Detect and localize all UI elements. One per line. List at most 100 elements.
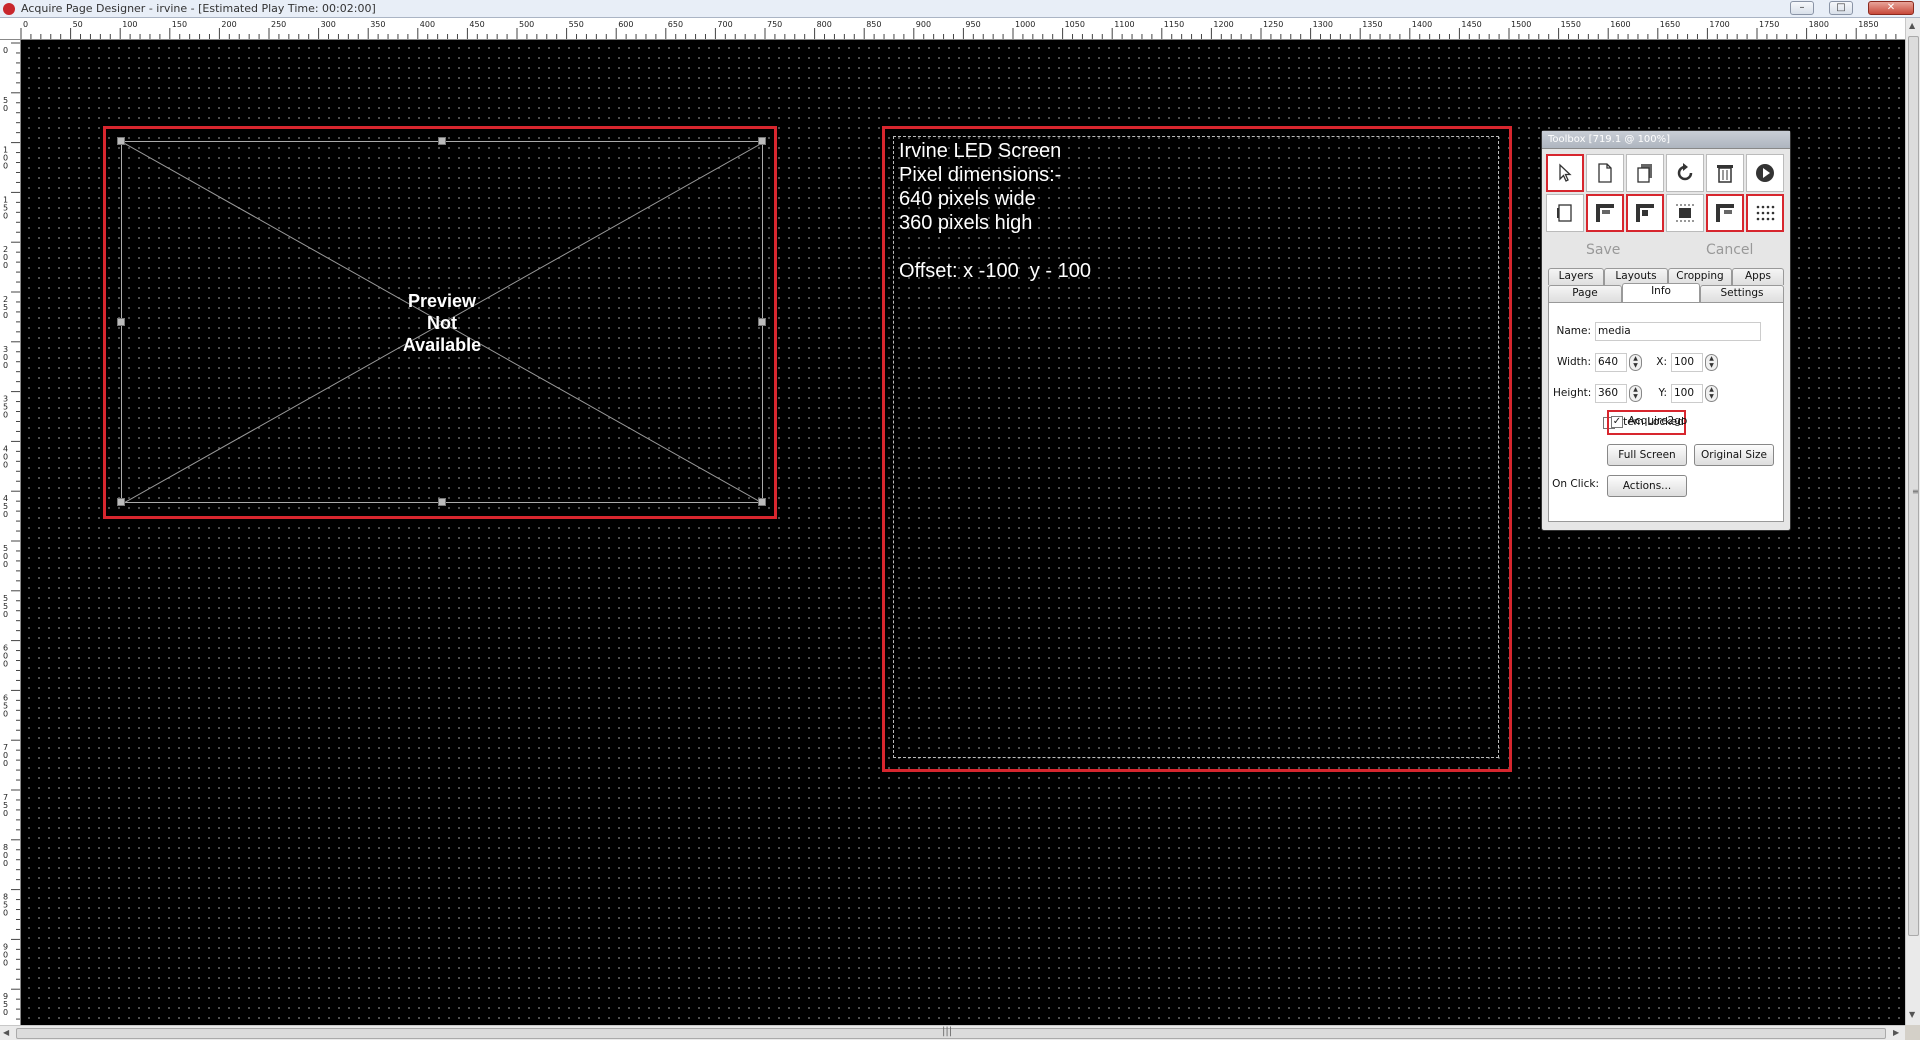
- scroll-down-icon[interactable]: ▼: [1909, 1010, 1915, 1019]
- resize-handle-top-right[interactable]: [758, 137, 766, 145]
- ruler-label: 1600: [1610, 20, 1630, 29]
- ruler-label: 1200: [1213, 20, 1233, 29]
- horizontal-ruler-ticks: 0 50 100 150 200 250 300 350 400 450 500 550 600 650 7…: [20, 20, 1897, 39]
- ruler-label: 1050: [1065, 20, 1085, 29]
- y-field[interactable]: 100: [1671, 384, 1703, 403]
- height-spinner[interactable]: ▲ ▼: [1629, 385, 1642, 402]
- ruler-label: 750: [767, 20, 782, 29]
- toolbox-title[interactable]: Toolbox [719.1 @ 100%]: [1542, 131, 1790, 149]
- toolbox-panel[interactable]: Toolbox [719.1 @ 100%] Save Cancel Layer…: [1541, 130, 1791, 531]
- align-middle-icon[interactable]: [1666, 194, 1704, 232]
- tab-settings[interactable]: Settings: [1700, 285, 1784, 302]
- new-page-icon[interactable]: [1586, 154, 1624, 192]
- ruler-label: 0: [3, 411, 8, 420]
- info-panel: Name: media Width: 640 ▲ ▼ X: 100 ▲ ▼ Heig…: [1548, 302, 1784, 522]
- y-label: Y:: [1658, 387, 1667, 399]
- tab-info[interactable]: Info: [1622, 283, 1700, 302]
- vertical-ruler-ticks: 0501001502002503003504004505005506006507…: [3, 42, 20, 1020]
- ruler-label: 1150: [1164, 20, 1184, 29]
- media-item[interactable]: Preview Not Available: [117, 137, 766, 506]
- tab-apps[interactable]: Apps: [1732, 268, 1784, 285]
- horizontal-scroll-thumb[interactable]: |||: [16, 1026, 1886, 1039]
- on-click-label: On Click:: [1552, 478, 1599, 490]
- window-title: Acquire Page Designer - irvine - [Estima…: [21, 2, 376, 15]
- name-label: Name:: [1556, 325, 1591, 337]
- ruler-label: 1000: [1015, 20, 1035, 29]
- horizontal-ruler: 0 50 100 150 200 250 300 350 400 450 500 550 600 650 7…: [0, 18, 1905, 40]
- ruler-label: 1300: [1313, 20, 1333, 29]
- x-spinner[interactable]: ▲ ▼: [1705, 354, 1718, 371]
- resize-handle-bottom-right[interactable]: [758, 498, 766, 506]
- ruler-label: 0: [3, 162, 8, 171]
- ruler-label: 1400: [1412, 20, 1432, 29]
- tab-page[interactable]: Page: [1548, 285, 1622, 302]
- ruler-label: 0: [3, 460, 8, 469]
- acquire2go-checkbox[interactable]: ✓: [1611, 416, 1623, 428]
- align-top-left-icon[interactable]: [1586, 194, 1624, 232]
- scroll-left-icon[interactable]: ◀: [3, 1028, 9, 1037]
- acquire2go-label: Acquire2go: [1628, 415, 1688, 427]
- horizontal-grip-icon: |||: [942, 1026, 953, 1037]
- ruler-label: 250: [271, 20, 286, 29]
- width-spinner[interactable]: ▲ ▼: [1629, 354, 1642, 371]
- play-icon[interactable]: [1746, 154, 1784, 192]
- ruler-label: 0: [3, 809, 8, 818]
- ruler-label: 1750: [1759, 20, 1779, 29]
- x-field[interactable]: 100: [1671, 353, 1703, 372]
- grid-icon[interactable]: [1746, 194, 1784, 232]
- ruler-label: 0: [3, 610, 8, 619]
- resize-handle-bottom[interactable]: [438, 498, 446, 506]
- copy-icon[interactable]: [1626, 154, 1664, 192]
- x-label: X:: [1656, 356, 1667, 368]
- ruler-label: 0: [3, 361, 8, 370]
- vertical-scroll-thumb[interactable]: ≡: [1908, 36, 1919, 936]
- resize-handle-left[interactable]: [117, 318, 125, 326]
- ruler-label: 1700: [1709, 20, 1729, 29]
- ruler-label: 0: [3, 211, 8, 220]
- save-button[interactable]: Save: [1586, 242, 1620, 258]
- scroll-up-icon[interactable]: ▲: [1909, 21, 1915, 30]
- scroll-right-icon[interactable]: ▶: [1893, 1028, 1899, 1037]
- ruler-label: 100: [122, 20, 137, 29]
- height-field[interactable]: 360: [1595, 384, 1627, 403]
- ruler-label: 900: [916, 20, 931, 29]
- resize-handle-right[interactable]: [758, 318, 766, 326]
- ruler-label: 450: [469, 20, 484, 29]
- minimize-button[interactable]: –: [1790, 1, 1814, 15]
- align-top-center-icon[interactable]: [1626, 194, 1664, 232]
- ruler-label: 0: [3, 104, 8, 113]
- pointer-icon[interactable]: [1546, 154, 1584, 192]
- vertical-scrollbar[interactable]: ▲ ≡ ▼: [1905, 18, 1920, 1025]
- ruler-label: 950: [965, 20, 980, 29]
- resize-handle-top[interactable]: [438, 137, 446, 145]
- width-field[interactable]: 640: [1595, 353, 1627, 372]
- ruler-label: 200: [221, 20, 236, 29]
- close-button[interactable]: ✕: [1868, 1, 1914, 15]
- insert-icon[interactable]: [1546, 194, 1584, 232]
- original-size-button[interactable]: Original Size: [1694, 444, 1774, 466]
- ruler-label: 0: [3, 958, 8, 967]
- ruler-label: 500: [519, 20, 534, 29]
- vertical-grip-icon: ≡: [1912, 487, 1919, 496]
- name-field[interactable]: media: [1595, 322, 1761, 341]
- undo-icon[interactable]: [1666, 154, 1704, 192]
- maximize-button[interactable]: □: [1829, 1, 1853, 15]
- resize-handle-bottom-left[interactable]: [117, 498, 125, 506]
- delete-icon[interactable]: [1706, 154, 1744, 192]
- ruler-label: 850: [866, 20, 881, 29]
- ruler-label: 400: [420, 20, 435, 29]
- resize-handle-top-left[interactable]: [117, 137, 125, 145]
- y-spinner[interactable]: ▲ ▼: [1705, 385, 1718, 402]
- ruler-label: 0: [3, 1008, 8, 1017]
- align-top-right-icon[interactable]: [1706, 194, 1744, 232]
- vertical-ruler: 0501001502002503003504004505005506006507…: [0, 40, 21, 1025]
- full-screen-button[interactable]: Full Screen: [1607, 444, 1687, 466]
- ruler-label: 800: [817, 20, 832, 29]
- tab-layers[interactable]: Layers: [1548, 268, 1604, 285]
- actions-button[interactable]: Actions...: [1607, 475, 1687, 497]
- text-item[interactable]: Irvine LED Screen Pixel dimensions:- 640…: [893, 136, 1499, 758]
- ruler-label: 0: [3, 46, 8, 55]
- horizontal-scrollbar[interactable]: ◀ ||| ▶: [0, 1025, 1905, 1040]
- cancel-button[interactable]: Cancel: [1706, 242, 1753, 258]
- ruler-label: 1550: [1561, 20, 1581, 29]
